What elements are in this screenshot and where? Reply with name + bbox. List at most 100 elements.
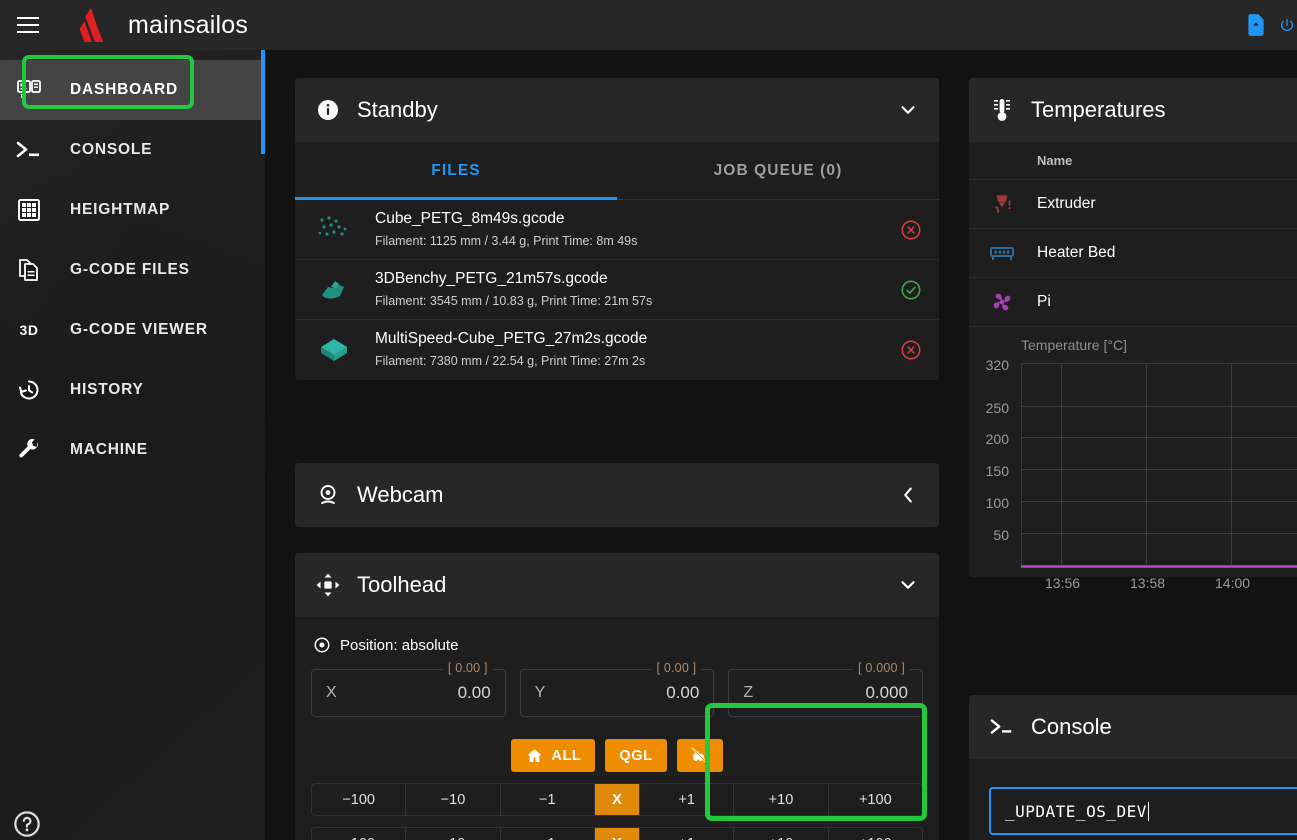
motors-off-button[interactable] xyxy=(676,739,723,772)
file-upload-icon[interactable] xyxy=(1243,10,1269,40)
hamburger-bar xyxy=(17,31,39,33)
axis-z-field[interactable]: Z 0.000 [ 0.000 ] xyxy=(728,661,924,717)
hamburger-bar xyxy=(17,24,39,26)
3d-icon-text: 3D xyxy=(19,322,39,338)
table-row[interactable]: Extruder xyxy=(969,180,1297,229)
file-meta: Filament: 3545 mm / 10.83 g, Print Time:… xyxy=(375,293,653,308)
jog-cell[interactable]: +10 xyxy=(734,784,829,815)
check-circle-icon[interactable] xyxy=(899,278,923,302)
home-icon xyxy=(525,747,544,765)
hamburger-bar xyxy=(17,17,39,19)
console-prompt-icon xyxy=(14,135,44,165)
nav-list: DASHBOARD CONSOLE HEIGHTMAP G-CODE FILES… xyxy=(0,50,265,480)
sidebar-item-machine[interactable]: MACHINE xyxy=(0,420,265,480)
tab-files[interactable]: FILES xyxy=(295,142,617,200)
jog-cell[interactable]: +1 xyxy=(640,784,735,815)
header-actions xyxy=(1243,10,1297,40)
home-all-button[interactable]: ALL xyxy=(511,739,596,772)
status-card-title: Standby xyxy=(357,97,438,122)
dashboard-content: Standby FILES JOB QUEUE (0) Cube_PETG_8m… xyxy=(265,50,1297,840)
chart-title: Temperature [°C] xyxy=(1021,337,1127,353)
mainsail-dashboard-app: mainsailos DASHBOARD CONSOLE HEIGHTMAP G… xyxy=(0,0,1297,840)
file-info: Cube_PETG_8m49s.gcode Filament: 1125 mm … xyxy=(375,209,899,250)
toolhead-body: Position: absolute X 0.00 [ 0.00 ] Y 0.0… xyxy=(295,617,939,840)
jog-cell[interactable]: −1 xyxy=(501,828,595,840)
temperature-sensor-name: Pi xyxy=(1037,293,1051,310)
text-caret xyxy=(1147,801,1149,821)
sidebar-item-label: DASHBOARD xyxy=(70,81,178,98)
home-button-group: ALL QGL xyxy=(311,739,923,772)
hamburger-menu-icon[interactable] xyxy=(6,3,50,47)
console-prompt-icon xyxy=(989,714,1015,740)
position-mode-label: Position: absolute xyxy=(340,636,459,654)
sidebar-item-gcode-viewer[interactable]: 3D G-CODE VIEWER xyxy=(0,300,265,360)
temperature-sensor-name: Heater Bed xyxy=(1037,244,1116,261)
cube-thumbnail xyxy=(313,329,355,371)
jog-cell[interactable]: +100 xyxy=(829,784,922,815)
jog-cell[interactable]: +100 xyxy=(829,828,922,840)
jog-cell[interactable]: −100 xyxy=(312,828,407,840)
sidebar-item-console[interactable]: CONSOLE xyxy=(0,120,265,180)
history-clock-icon xyxy=(14,375,44,405)
webcam-card-header: Webcam xyxy=(295,463,939,527)
console-command-input[interactable]: _UPDATE_OS_DEV xyxy=(989,787,1297,835)
chevron-left-icon[interactable] xyxy=(895,482,921,508)
axis-target: [ 0.00 ] xyxy=(651,661,702,675)
jog-cell[interactable]: −10 xyxy=(406,784,501,815)
jog-axis-label-y: Y xyxy=(594,828,640,840)
jog-cell[interactable]: +1 xyxy=(640,828,735,840)
list-item[interactable]: Cube_PETG_8m49s.gcode Filament: 1125 mm … xyxy=(295,200,939,260)
axis-value: 0.00 xyxy=(457,683,491,702)
sidebar-item-label: HISTORY xyxy=(70,381,144,398)
sidebar-item-heightmap[interactable]: HEIGHTMAP xyxy=(0,180,265,240)
chevron-down-icon[interactable] xyxy=(895,572,921,598)
axis-position-inputs: X 0.00 [ 0.00 ] Y 0.00 [ 0.00 ] Z 0.000 … xyxy=(311,661,924,717)
jog-cell[interactable]: +10 xyxy=(734,828,829,840)
jog-cell[interactable]: −10 xyxy=(406,828,501,840)
print-status-card: Standby FILES JOB QUEUE (0) Cube_PETG_8m… xyxy=(295,78,939,380)
file-name: MultiSpeed-Cube_PETG_27m2s.gcode xyxy=(375,330,648,348)
y-axis-tick: 250 xyxy=(985,400,1009,416)
axis-y-field[interactable]: Y 0.00 [ 0.00 ] xyxy=(519,661,715,717)
temperatures-card-header: Temperatures xyxy=(969,78,1297,142)
jog-axis-label-x: X xyxy=(594,784,640,815)
jog-row-x: −100 −10 −1 X +1 +10 +100 xyxy=(311,783,923,816)
sidebar-item-gcode-files[interactable]: G-CODE FILES xyxy=(0,240,265,300)
table-row[interactable]: Pi xyxy=(969,278,1297,327)
list-item[interactable]: 3DBenchy_PETG_21m57s.gcode Filament: 354… xyxy=(295,260,939,320)
axis-label: Y xyxy=(534,684,546,701)
table-row[interactable]: Heater Bed xyxy=(969,229,1297,278)
jog-cell[interactable]: −100 xyxy=(312,784,407,815)
qgl-button[interactable]: QGL xyxy=(605,739,667,772)
jog-cell[interactable]: −1 xyxy=(501,784,595,815)
chart-plot-area xyxy=(1021,363,1297,568)
file-meta: Filament: 7380 mm / 22.54 g, Print Time:… xyxy=(375,354,646,369)
thermometer-icon xyxy=(989,97,1015,123)
sidebar-item-history[interactable]: HISTORY xyxy=(0,360,265,420)
temperatures-table-header: Name xyxy=(969,142,1297,180)
x-axis-tick: 14:00 xyxy=(1215,575,1251,591)
help-circle-icon[interactable] xyxy=(13,810,41,838)
error-circle-icon[interactable] xyxy=(899,218,923,242)
file-document-icon xyxy=(14,255,44,285)
axis-target: [ 0.000 ] xyxy=(853,661,911,675)
content-scrollbar[interactable] xyxy=(261,50,265,154)
file-info: MultiSpeed-Cube_PETG_27m2s.gcode Filamen… xyxy=(375,329,899,370)
axis-label: X xyxy=(326,684,337,701)
sidebar-item-dashboard[interactable]: DASHBOARD xyxy=(0,60,265,120)
dashboard-icon xyxy=(14,75,44,105)
power-button[interactable] xyxy=(1279,10,1295,40)
console-card-title: Console xyxy=(1031,714,1112,739)
mainsail-logo-icon xyxy=(79,8,104,42)
chevron-down-icon[interactable] xyxy=(895,97,921,123)
axis-x-field[interactable]: X 0.00 [ 0.00 ] xyxy=(311,661,506,717)
3d-icon: 3D xyxy=(14,315,44,345)
error-circle-icon[interactable] xyxy=(899,338,923,362)
tab-job-queue[interactable]: JOB QUEUE (0) xyxy=(617,142,939,200)
list-item[interactable]: MultiSpeed-Cube_PETG_27m2s.gcode Filamen… xyxy=(295,320,939,380)
y-axis-tick: 200 xyxy=(985,431,1009,447)
axis-value: 0.00 xyxy=(666,683,700,702)
y-axis-tick: 100 xyxy=(985,495,1009,511)
sidebar-item-label: HEIGHTMAP xyxy=(70,201,171,218)
benchy-boat-thumbnail xyxy=(313,269,355,311)
